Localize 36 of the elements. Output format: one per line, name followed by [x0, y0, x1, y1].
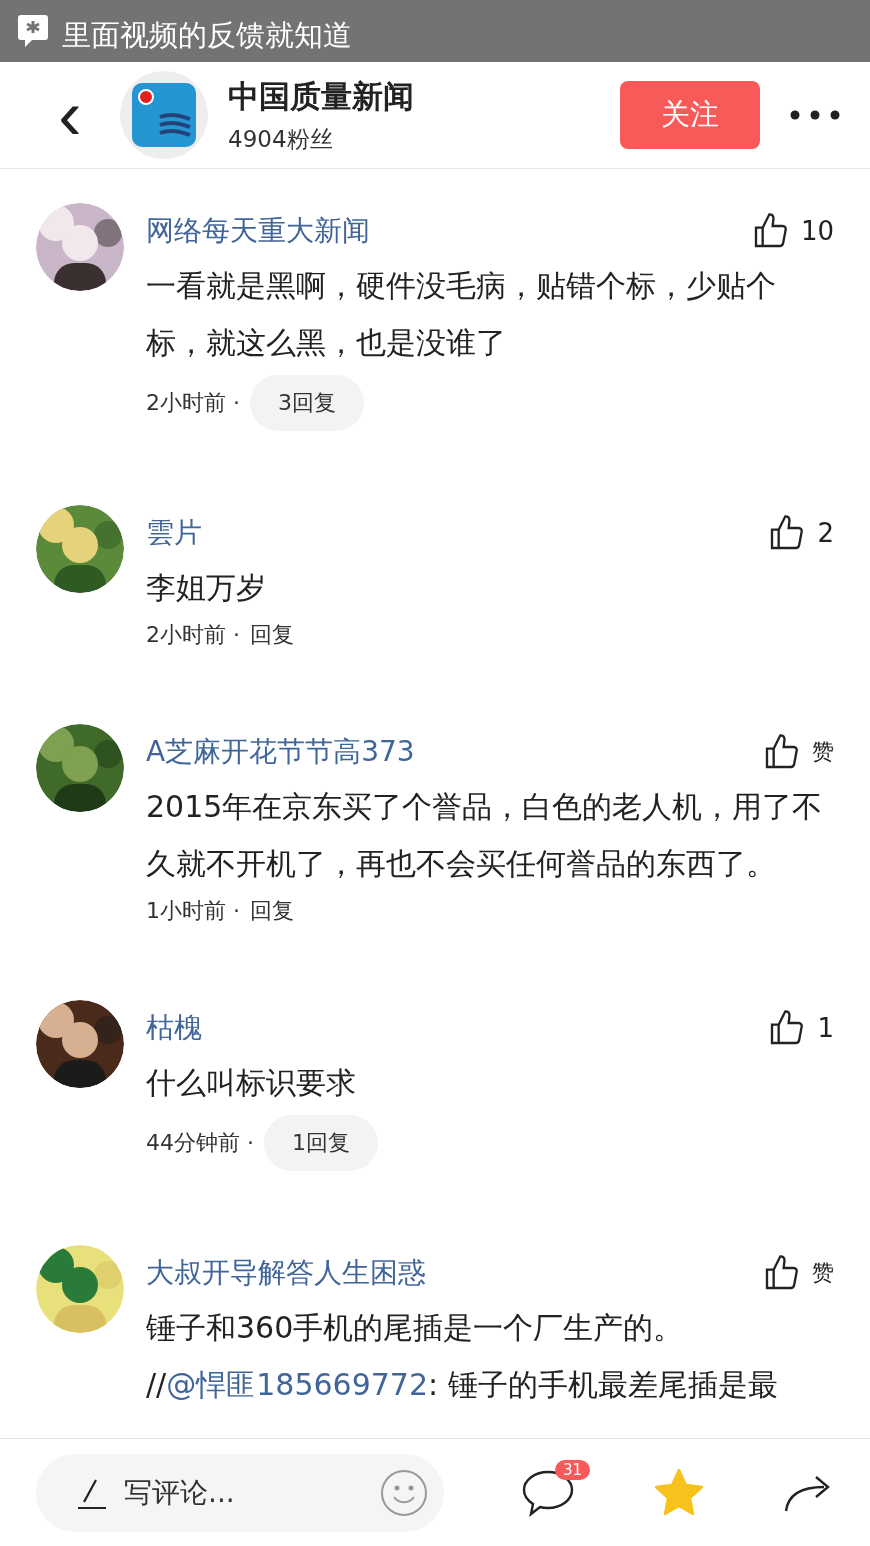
back-button[interactable]: ‹: [40, 80, 100, 150]
like-count: 赞: [812, 1259, 834, 1287]
comment-time: 2小时前 ·: [146, 621, 240, 649]
reply-link[interactable]: 回复: [250, 620, 294, 650]
account-name: 中国质量新闻: [228, 76, 415, 116]
commenter-name[interactable]: 大叔开导解答人生困惑: [146, 1254, 426, 1292]
commenter-name[interactable]: 雲片: [146, 514, 202, 552]
banner-text: 里面视频的反馈就知道: [62, 17, 352, 54]
mention-link[interactable]: @悍匪185669772: [166, 1367, 428, 1402]
follow-button[interactable]: 关注: [620, 81, 760, 149]
replies-button[interactable]: 1回复: [264, 1115, 378, 1171]
like-count: 赞: [812, 738, 834, 766]
reply-link[interactable]: 回复: [250, 896, 294, 926]
comment-count-badge: 31: [554, 1459, 590, 1480]
comment-text: 什么叫标识要求: [146, 1064, 357, 1102]
like-count: 2: [817, 518, 834, 548]
fans-count: 4904粉丝: [228, 124, 334, 154]
comment-time: 2小时前 ·: [146, 389, 240, 417]
comment-text: 李姐万岁: [146, 569, 267, 607]
comment-text: 锤子和360手机的尾插是一个厂生产的。 //@悍匪185669772: 锤子的手机最差尾插是最: [146, 1309, 779, 1404]
like-count: 10: [800, 216, 834, 246]
commenter-name[interactable]: 枯槐: [146, 1009, 202, 1047]
smiley-icon[interactable]: [380, 1468, 428, 1517]
more-icon[interactable]: [790, 110, 840, 120]
replies-button[interactable]: 3回复: [250, 375, 364, 431]
chat-star-icon: [18, 15, 48, 47]
commenter-name[interactable]: A芝麻开花节节高373: [146, 733, 415, 771]
comment-input[interactable]: 写评论...: [36, 1453, 444, 1532]
logo-icon: [132, 83, 196, 147]
commenter-name[interactable]: 网络每天重大新闻: [146, 212, 370, 250]
comment-time: 44分钟前 ·: [146, 1129, 254, 1157]
like-count: 1: [817, 1013, 834, 1043]
comment-text: 一看就是黑啊，硬件没毛病，贴错个标，少贴个标，就这么黑，也是没谁了: [146, 267, 777, 362]
comment-text: 2015年在京东买了个誉品，白色的老人机，用了不久就不开机了，再也不会买任何誉品的东西了。: [146, 788, 824, 883]
comment-field[interactable]: 写评论...: [122, 1475, 366, 1510]
comment-time: 1小时前 ·: [146, 897, 240, 925]
